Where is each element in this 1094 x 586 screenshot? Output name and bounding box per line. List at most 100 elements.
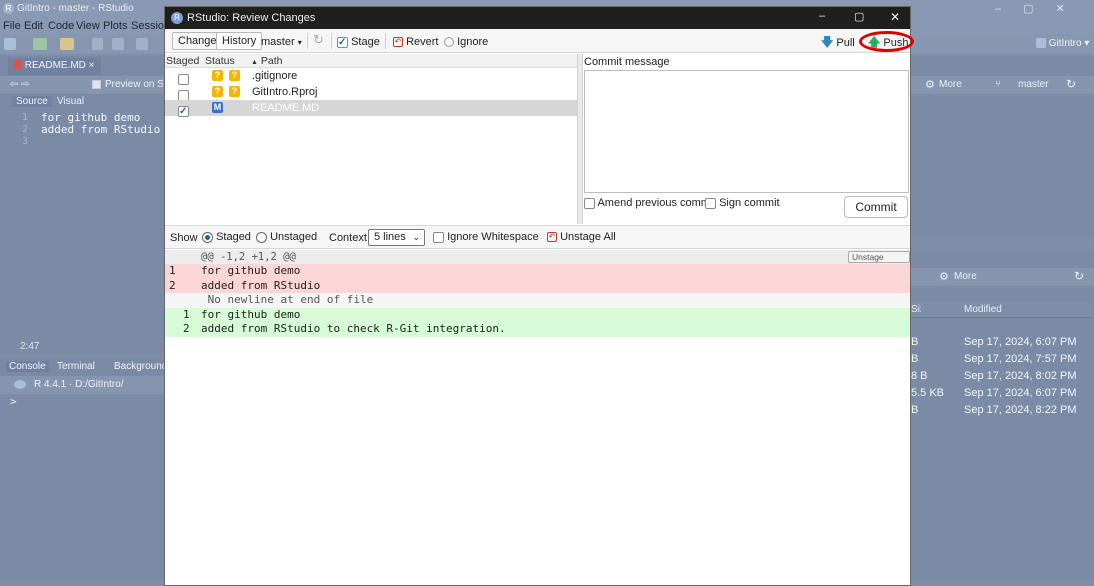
ignore-label: Ignore <box>457 36 489 48</box>
pull-button[interactable]: 🡇 Pull <box>821 34 855 50</box>
untracked-status-icon: ? <box>212 70 223 81</box>
unstage-all-button[interactable]: ↶ Unstage All <box>547 231 616 243</box>
gear-icon[interactable]: ⚙ <box>939 270 949 283</box>
history-tab[interactable]: History <box>216 32 263 50</box>
right-more-menu[interactable]: More <box>939 79 962 90</box>
menu-file[interactable]: File <box>3 20 21 32</box>
file-row[interactable]: 5.5 KB Sep 17, 2024, 6:07 PM <box>911 385 1094 402</box>
bg-source-visual-tabs: Source Visual <box>0 94 164 110</box>
file-size: 8 B <box>911 370 928 382</box>
sign-commit-checkbox[interactable]: Sign commit <box>705 197 780 209</box>
refresh-icon[interactable]: ↻ <box>1074 269 1084 283</box>
bg-editor-tabs: README.MD × <box>0 56 164 76</box>
bg-window-controls[interactable]: –▢✕ <box>995 2 1087 15</box>
bg-console[interactable]: > <box>0 394 164 580</box>
push-button[interactable]: 🡅 Push <box>868 34 908 50</box>
staged-checkbox[interactable] <box>178 89 189 101</box>
sort-up-icon: ▲ <box>251 59 258 66</box>
project-label: GitIntro <box>1048 38 1082 49</box>
branch-dropdown[interactable]: master ▾ <box>261 34 302 50</box>
editor-tab-readme[interactable]: README.MD × <box>8 58 101 75</box>
terminal-tab[interactable]: Terminal <box>57 361 95 372</box>
preview-on-save-checkbox[interactable] <box>92 80 101 89</box>
staged-checkbox[interactable] <box>178 104 189 120</box>
save-icon[interactable] <box>92 38 103 50</box>
staged-checkbox[interactable] <box>178 73 189 85</box>
change-row[interactable]: M README.MD <box>165 100 577 120</box>
amend-commit-checkbox[interactable]: Amend previous commit <box>584 197 715 209</box>
console-prompt: > <box>10 395 17 408</box>
file-row[interactable]: B Sep 17, 2024, 6:07 PM <box>911 334 1094 351</box>
print-icon[interactable] <box>136 38 148 50</box>
chevron-down-icon: ⌄ <box>412 232 420 242</box>
diff-line-text: added from RStudio <box>201 278 321 292</box>
close-button[interactable]: ✕ <box>890 10 900 24</box>
new-project-icon[interactable] <box>33 38 47 50</box>
staged-radio[interactable]: Staged <box>202 231 251 243</box>
untracked-status-icon: ? <box>229 70 240 81</box>
bg-code-editor[interactable]: 1 for github demo 2 added from RStudio t… <box>0 110 164 340</box>
unstaged-radio-icon <box>256 231 267 243</box>
menu-view[interactable]: View <box>76 20 100 32</box>
file-row[interactable]: B Sep 17, 2024, 8:22 PM <box>911 402 1094 419</box>
refresh-icon[interactable]: ↻ <box>313 32 324 48</box>
project-menu[interactable]: GitIntro ▾ <box>1036 38 1089 49</box>
nav-arrows-icon[interactable]: ⇦ ⇨ <box>10 79 30 90</box>
open-folder-icon[interactable] <box>60 38 74 50</box>
file-path: GitIntro.Rproj <box>252 86 318 98</box>
staged-column-header[interactable]: Staged <box>166 55 199 67</box>
menu-code[interactable]: Code <box>48 20 74 32</box>
unstage-all-label: Unstage All <box>560 231 616 243</box>
file-modified: Sep 17, 2024, 8:02 PM <box>964 370 1077 382</box>
refresh-icon[interactable]: ↻ <box>1066 77 1076 91</box>
context-select[interactable]: 5 lines ⌄ <box>368 229 425 246</box>
diff-note-text: No newline at end of file <box>201 293 374 306</box>
editor-tab-label: README.MD <box>24 60 86 71</box>
file-row[interactable]: 8 B Sep 17, 2024, 8:02 PM <box>911 368 1094 385</box>
menu-plots[interactable]: Plots <box>103 20 127 32</box>
files-more-menu[interactable]: More <box>954 271 977 282</box>
file-modified: Sep 17, 2024, 8:22 PM <box>964 404 1077 416</box>
size-column-header[interactable]: Size <box>911 304 921 315</box>
modified-column-header[interactable]: Modified <box>964 304 1002 315</box>
path-column-header[interactable]: ▲ Path <box>251 55 282 67</box>
source-tab[interactable]: Source <box>12 96 52 107</box>
preview-on-save-label: Preview on Save <box>105 79 163 90</box>
revert-button[interactable]: ↶ Revert <box>393 34 438 50</box>
maximize-button[interactable]: ▢ <box>854 10 864 23</box>
minimize-button[interactable]: – <box>819 10 825 22</box>
bg-editor-status: 2:47 <box>0 340 164 354</box>
diff-line-note: No newline at end of file <box>165 293 910 308</box>
chevron-down-icon: ▾ <box>297 38 302 47</box>
hunk-header-text: @@ -1,2 +1,2 @@ <box>201 251 296 263</box>
background-jobs-tab[interactable]: Background Jobs <box>114 361 164 372</box>
change-row[interactable]: ? ? GitIntro.Rproj <box>165 84 577 101</box>
save-all-icon[interactable] <box>112 38 124 50</box>
status-column-header[interactable]: Status <box>205 55 235 67</box>
md-file-icon <box>14 60 22 71</box>
unstaged-radio[interactable]: Unstaged <box>256 231 317 243</box>
push-label: Push <box>883 37 909 49</box>
gear-icon[interactable]: ⚙ <box>925 78 935 91</box>
cursor-position: 2:47 <box>20 341 40 352</box>
visual-tab[interactable]: Visual <box>57 96 84 107</box>
line-number: 3 <box>22 136 29 147</box>
commit-message-input[interactable] <box>584 70 909 193</box>
ignore-button[interactable]: Ignore <box>444 34 488 50</box>
menu-edit[interactable]: Edit <box>24 20 43 32</box>
pane-splitter[interactable] <box>577 54 583 224</box>
ignore-whitespace-checkbox[interactable]: Ignore Whitespace <box>433 231 539 243</box>
new-file-icon[interactable] <box>4 38 16 50</box>
branch-label[interactable]: master <box>1018 79 1049 90</box>
stage-checkbox[interactable]: Stage <box>337 34 380 51</box>
file-modified: Sep 17, 2024, 6:07 PM <box>964 387 1077 399</box>
changes-list-header: Staged Status ▲ Path <box>165 54 577 68</box>
commit-button[interactable]: Commit <box>844 196 908 218</box>
unstage-chunk-button[interactable]: Unstage chunk <box>848 251 910 272</box>
bg-console-bar: R 4.4.1 · D:/GitIntro/ <box>0 376 164 394</box>
change-row[interactable]: ? ? .gitignore <box>165 68 577 85</box>
old-line-number: 1 <box>169 264 176 277</box>
console-tab[interactable]: Console <box>6 361 49 372</box>
file-row[interactable]: B Sep 17, 2024, 7:57 PM <box>911 351 1094 368</box>
branch-icon: ⑂ <box>995 79 1001 90</box>
